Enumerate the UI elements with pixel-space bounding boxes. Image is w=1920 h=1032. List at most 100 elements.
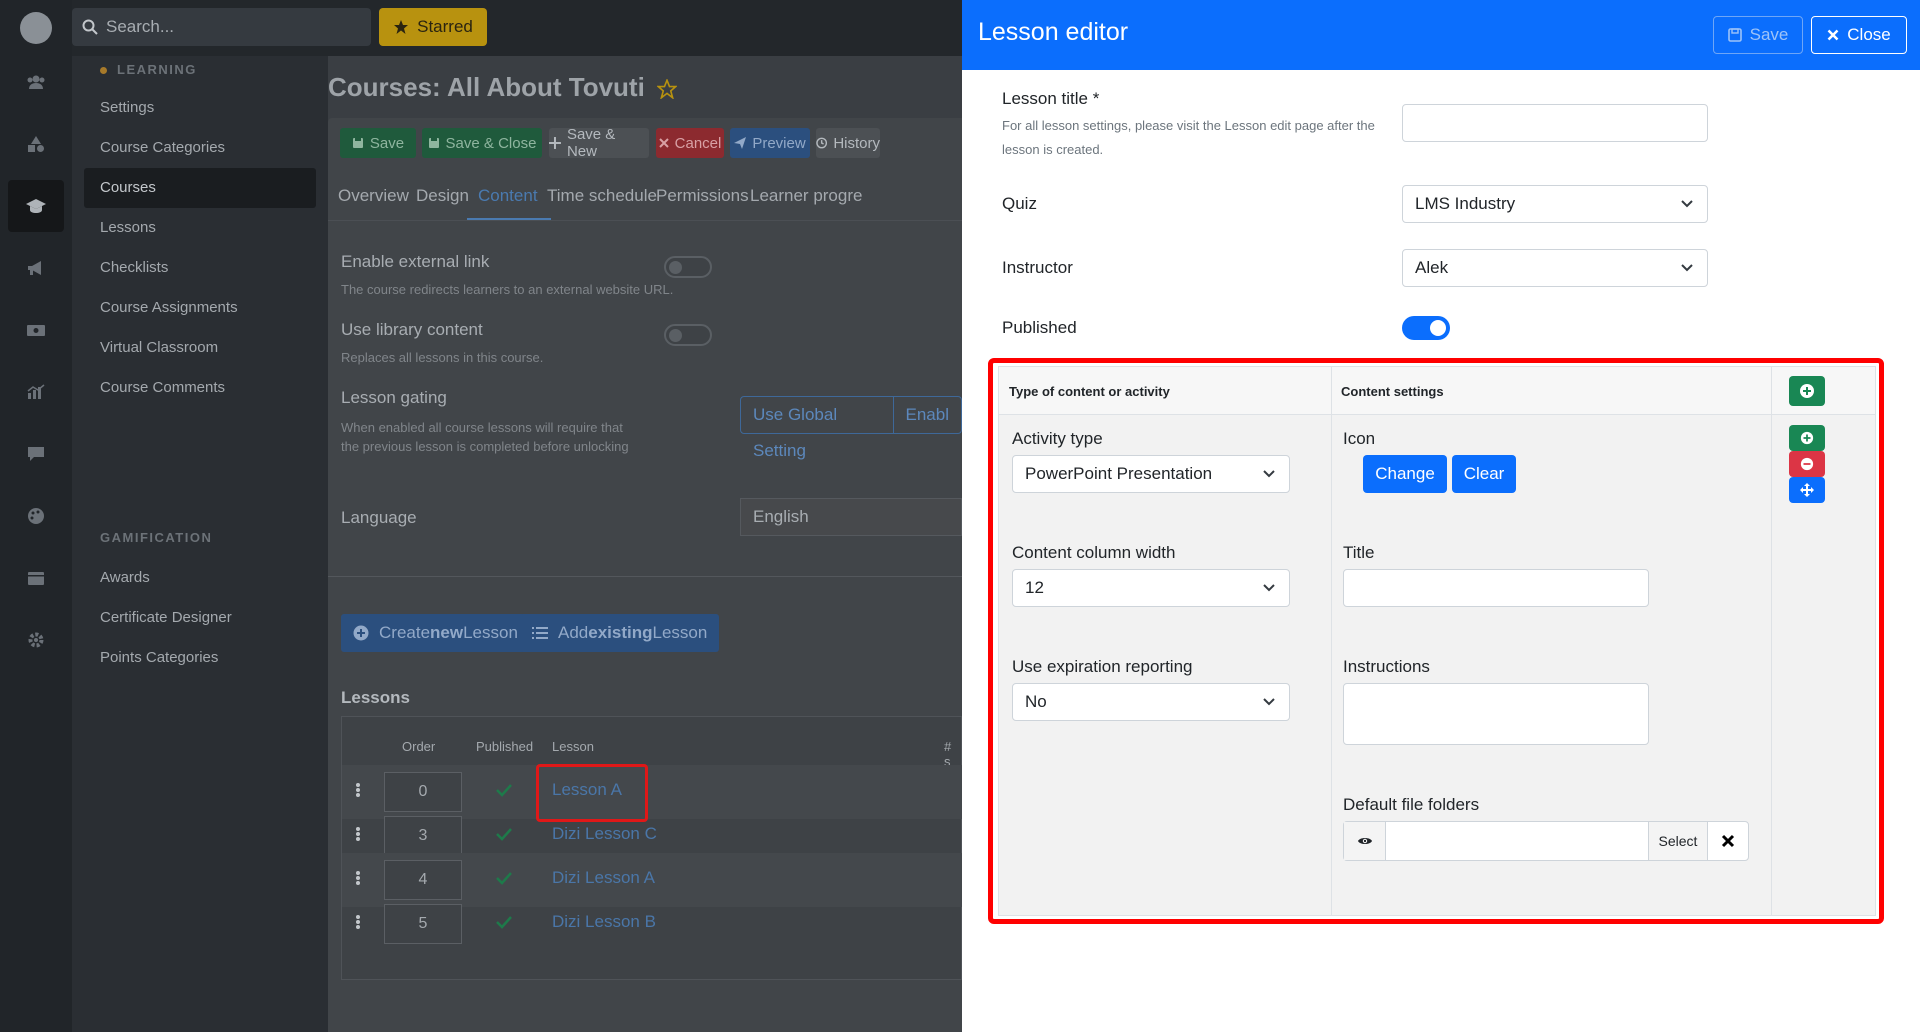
lessons-table: Order Published Lesson # s 0 Lesson A 3 …	[341, 716, 976, 980]
tab-divider	[328, 220, 962, 221]
chevron-down-icon	[1681, 264, 1693, 272]
shapes-icon[interactable]	[0, 118, 72, 170]
sidebar-item-course-assignments[interactable]: Course Assignments	[84, 288, 316, 328]
favorite-star-icon[interactable]	[655, 78, 678, 101]
chart-icon[interactable]	[0, 366, 72, 418]
add-existing-lesson-button[interactable]: Add existing Lesson	[520, 614, 720, 652]
activity-highlight-box	[988, 358, 1884, 924]
history-button[interactable]: History	[816, 128, 880, 158]
floppy-icon	[1727, 28, 1742, 42]
instructor-select[interactable]: Alek	[1402, 249, 1708, 287]
tab-learner-progress[interactable]: Learner progre	[750, 186, 862, 206]
drag-handle-icon[interactable]	[356, 827, 360, 841]
search-icon	[82, 19, 98, 35]
lesson-gating-help: When enabled all course lessons will req…	[341, 420, 629, 454]
library-content-label: Use library content	[341, 320, 483, 339]
library-content-help: Replaces all lessons in this course.	[341, 350, 544, 365]
graduation-cap-icon[interactable]	[8, 180, 64, 232]
sidebar-item-course-categories[interactable]: Course Categories	[84, 128, 316, 168]
drag-handle-icon[interactable]	[356, 871, 360, 885]
sidebar: LEARNING Settings Course Categories Cour…	[72, 56, 328, 1032]
gear-icon[interactable]	[0, 614, 72, 666]
palette-icon[interactable]	[0, 490, 72, 542]
sidebar-item-awards[interactable]: Awards	[84, 558, 316, 598]
lesson-link[interactable]: Dizi Lesson C	[552, 824, 657, 844]
language-select[interactable]: English	[740, 498, 962, 536]
gating-enable-option[interactable]: Enabl	[892, 397, 961, 433]
lesson-link[interactable]: Dizi Lesson A	[552, 868, 655, 888]
app-root: Search... Starred LEARNING Settings Cour…	[0, 0, 1920, 1032]
instructor-value: Alek	[1415, 258, 1449, 277]
col-published: Published	[476, 739, 534, 754]
cancel-button[interactable]: Cancel	[656, 128, 724, 158]
add-lesson-pre: Add	[558, 623, 589, 642]
lesson-highlight-box	[536, 764, 648, 822]
starred-button[interactable]: Starred	[379, 8, 487, 46]
sidebar-item-certificate-designer[interactable]: Certificate Designer	[84, 598, 316, 638]
lesson-title-input[interactable]	[1402, 104, 1708, 142]
check-icon	[496, 828, 512, 841]
col-lesson: Lesson	[552, 739, 594, 754]
add-lesson-bold: existing	[588, 623, 653, 642]
editor-close-button[interactable]: Close	[1811, 16, 1907, 54]
tab-content[interactable]: Content	[478, 186, 538, 206]
language-label: Language	[341, 508, 417, 527]
preview-button[interactable]: Preview	[730, 128, 810, 158]
tab-time-schedule[interactable]: Time schedule	[547, 186, 657, 206]
lesson-title-help: For all lesson settings, please visit th…	[1002, 118, 1375, 157]
gating-global-option[interactable]: Use Global Setting	[741, 397, 893, 460]
sidebar-item-virtual-classroom[interactable]: Virtual Classroom	[84, 328, 316, 368]
sidebar-item-checklists[interactable]: Checklists	[84, 248, 316, 288]
main-content: Courses: All About Tovuti Save Save & Cl…	[328, 56, 976, 1032]
lesson-title-label: Lesson title *	[1002, 89, 1100, 108]
comment-icon[interactable]	[0, 428, 72, 480]
save-button[interactable]: Save	[340, 128, 416, 158]
drag-handle-icon[interactable]	[356, 783, 360, 797]
library-content-toggle[interactable]	[664, 324, 712, 346]
send-icon	[734, 137, 747, 149]
quiz-select[interactable]: LMS Industry	[1402, 185, 1708, 223]
external-link-help: The course redirects learners to an exte…	[341, 282, 674, 297]
editor-close-label: Close	[1847, 25, 1891, 44]
search-input[interactable]: Search...	[72, 8, 371, 46]
published-toggle[interactable]	[1402, 316, 1450, 340]
sidebar-item-lessons[interactable]: Lessons	[84, 208, 316, 248]
history-label: History	[833, 134, 880, 152]
lesson-gating-selector: Use Global Setting Enabl	[740, 396, 962, 460]
tab-design[interactable]: Design	[416, 186, 469, 206]
sidebar-item-points-categories[interactable]: Points Categories	[84, 638, 316, 678]
order-input[interactable]: 4	[384, 860, 462, 900]
users-icon[interactable]	[0, 56, 72, 108]
editor-save-button[interactable]: Save	[1713, 16, 1803, 54]
save-close-button[interactable]: Save & Close	[422, 128, 542, 158]
megaphone-icon[interactable]	[0, 242, 72, 294]
sidebar-item-course-comments[interactable]: Course Comments	[84, 368, 316, 408]
quiz-value: LMS Industry	[1415, 194, 1516, 213]
sidebar-heading-learning: LEARNING	[100, 62, 197, 77]
lesson-link[interactable]: Dizi Lesson B	[552, 912, 656, 932]
create-lesson-bold: new	[430, 623, 464, 642]
chevron-down-icon	[1681, 200, 1693, 208]
check-icon	[496, 784, 512, 797]
floppy-icon	[352, 138, 363, 148]
add-lesson-post: Lesson	[652, 623, 708, 642]
drag-handle-icon[interactable]	[356, 915, 360, 929]
tab-permissions[interactable]: Permissions	[656, 186, 749, 206]
sidebar-item-courses[interactable]: Courses	[84, 168, 316, 208]
lesson-editor-panel: Lesson editor Save Close Lesson title * …	[962, 0, 1920, 1032]
create-lesson-button[interactable]: Create new Lesson	[341, 614, 530, 652]
plus-circle-icon	[353, 625, 369, 641]
order-input[interactable]: 5	[384, 904, 462, 944]
order-input[interactable]: 3	[384, 816, 462, 856]
lesson-editor-header: Lesson editor Save Close	[962, 0, 1920, 70]
calendar-icon[interactable]	[0, 552, 72, 604]
tab-overview[interactable]: Overview	[338, 186, 409, 206]
external-link-toggle[interactable]	[664, 256, 712, 278]
order-input[interactable]: 0	[384, 772, 462, 812]
check-icon	[496, 872, 512, 885]
ticket-icon[interactable]	[0, 304, 72, 356]
logo-icon[interactable]	[20, 12, 52, 44]
save-new-label: Save & New	[566, 126, 616, 160]
sidebar-item-settings[interactable]: Settings	[84, 88, 316, 128]
save-new-button[interactable]: Save & New	[549, 126, 649, 160]
